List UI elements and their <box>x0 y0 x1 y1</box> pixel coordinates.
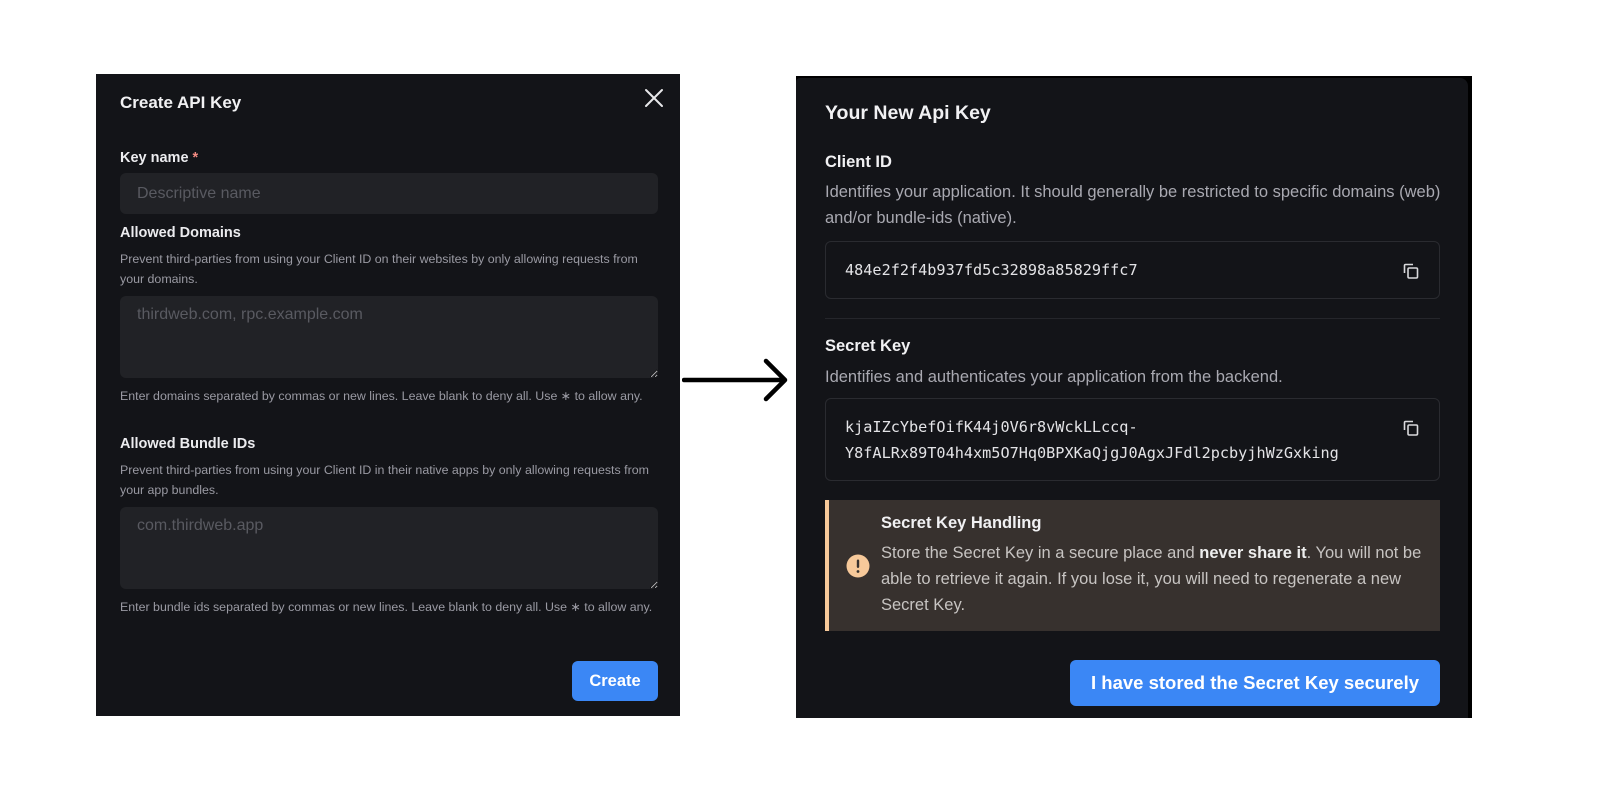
arrow-right-icon <box>682 358 788 402</box>
secret-key-label: Secret Key <box>825 337 911 355</box>
new-api-key-dialog: Your New Api Key Client ID Identifies yo… <box>796 78 1468 718</box>
dialog-title: Your New Api Key <box>825 102 991 124</box>
allowed-bundle-ids-hint: Enter bundle ids separated by commas or … <box>120 600 653 614</box>
secret-key-box: kjaIZcYbefOifK44j0V6r8vWckLLccq- Y8fALRx… <box>825 398 1440 481</box>
allowed-domains-input[interactable] <box>120 296 658 378</box>
alert-body-emphasis: never share it <box>1199 544 1307 562</box>
allowed-domains-description: Prevent third-parties from using your Cl… <box>120 252 638 286</box>
key-name-label-text: Key name <box>120 150 189 166</box>
new-api-key-dialog-frame: Your New Api Key Client ID Identifies yo… <box>796 76 1472 718</box>
warning-icon <box>846 554 870 578</box>
client-id-description: Identifies your application. It should g… <box>825 183 1441 227</box>
alert-title: Secret Key Handling <box>881 514 1042 532</box>
copy-icon <box>1403 420 1419 436</box>
allowed-bundle-ids-input[interactable] <box>120 507 658 589</box>
alert-body: Store the Secret Key in a secure place a… <box>881 540 1431 618</box>
confirm-stored-button[interactable]: I have stored the Secret Key securely <box>1070 660 1440 706</box>
allowed-domains-hint: Enter domains separated by commas or new… <box>120 389 643 403</box>
close-button[interactable] <box>642 86 666 110</box>
create-button[interactable]: Create <box>572 661 658 701</box>
allowed-domains-label: Allowed Domains <box>120 225 241 241</box>
secret-key-value-line1[interactable]: kjaIZcYbefOifK44j0V6r8vWckLLccq- <box>845 414 1138 440</box>
copy-icon <box>1403 263 1419 279</box>
warning-icon-wrapper <box>846 554 870 578</box>
allowed-bundle-ids-label: Allowed Bundle IDs <box>120 436 256 452</box>
secret-key-handling-alert: Secret Key Handling Store the Secret Key… <box>825 500 1440 631</box>
required-marker: * <box>192 150 199 166</box>
key-name-label: Key name * <box>120 150 198 166</box>
copy-client-id-button[interactable] <box>1401 261 1421 281</box>
alert-body-text: Store the Secret Key in a secure place a… <box>881 544 1200 562</box>
client-id-label: Client ID <box>825 153 892 171</box>
close-icon <box>645 89 663 107</box>
key-name-input[interactable] <box>120 173 658 214</box>
section-divider <box>825 318 1440 319</box>
create-api-key-dialog: Create API Key Key name* Allowed Domains… <box>96 74 680 716</box>
secret-key-value-line2[interactable]: Y8fALRx89T04h4xm5O7Hq0BPXKaQjgJ0AgxJFdl2… <box>845 440 1339 466</box>
copy-secret-key-button[interactable] <box>1401 418 1421 438</box>
secret-key-description: Identifies and authenticates your applic… <box>825 368 1283 386</box>
client-id-box: 484e2f2f4b937fd5c32898a85829ffc7 <box>825 241 1440 299</box>
dialog-title: Create API Key <box>120 93 242 112</box>
allowed-bundle-ids-description: Prevent third-parties from using your Cl… <box>120 463 649 497</box>
client-id-value[interactable]: 484e2f2f4b937fd5c32898a85829ffc7 <box>845 257 1138 283</box>
